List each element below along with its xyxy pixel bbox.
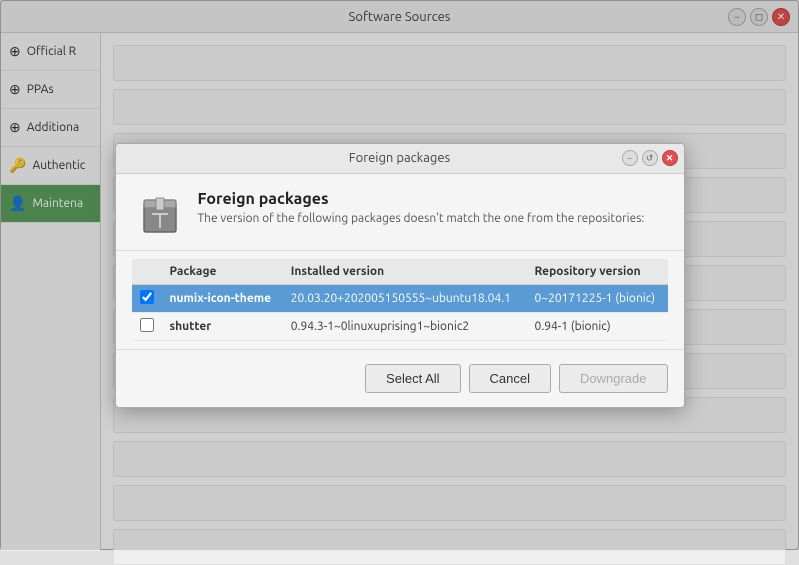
modal-table-area: Package Installed version Repository ver… [116, 251, 684, 341]
modal-header-description: The version of the following packages do… [198, 212, 645, 225]
repo-version: 0.94-1 (bionic) [527, 312, 668, 340]
row-checkbox-cell [132, 284, 162, 312]
checkbox-col-header [132, 259, 162, 285]
row-checkbox[interactable] [140, 318, 154, 332]
package-name: numix-icon-theme [162, 284, 283, 312]
package-icon [136, 190, 184, 238]
modal-title: Foreign packages [349, 151, 450, 165]
installed-version: 20.03.20+202005150555~ubuntu18.04.1 [283, 284, 527, 312]
package-name: shutter [162, 312, 283, 340]
packages-table: Package Installed version Repository ver… [132, 259, 668, 341]
row-checkbox-cell [132, 312, 162, 340]
modal-header-title: Foreign packages [198, 190, 645, 208]
modal-minimize-button[interactable]: − [622, 150, 638, 166]
installed-version-col-header: Installed version [283, 259, 527, 285]
package-col-header: Package [162, 259, 283, 285]
repo-version: 0~20171225-1 (bionic) [527, 284, 668, 312]
modal-header-text: Foreign packages The version of the foll… [198, 190, 645, 225]
select-all-button[interactable]: Select All [365, 364, 460, 393]
downgrade-button[interactable]: Downgrade [559, 364, 668, 393]
table-row[interactable]: shutter0.94.3-1~0linuxuprising1~bionic20… [132, 312, 668, 340]
foreign-packages-dialog: Foreign packages − ↺ ✕ Foreign packages … [115, 143, 685, 408]
table-row[interactable]: numix-icon-theme20.03.20+202005150555~ub… [132, 284, 668, 312]
modal-restore-button[interactable]: ↺ [642, 150, 658, 166]
repo-version-col-header: Repository version [527, 259, 668, 285]
modal-titlebar-controls: − ↺ ✕ [622, 150, 678, 166]
modal-overlay: Foreign packages − ↺ ✕ Foreign packages … [0, 0, 799, 550]
modal-titlebar: Foreign packages − ↺ ✕ [116, 144, 684, 174]
modal-header: Foreign packages The version of the foll… [116, 174, 684, 251]
installed-version: 0.94.3-1~0linuxuprising1~bionic2 [283, 312, 527, 340]
row-checkbox[interactable] [140, 290, 154, 304]
modal-close-button[interactable]: ✕ [662, 150, 678, 166]
cancel-button[interactable]: Cancel [469, 364, 551, 393]
table-header-row: Package Installed version Repository ver… [132, 259, 668, 285]
modal-footer: Select All Cancel Downgrade [116, 349, 684, 407]
